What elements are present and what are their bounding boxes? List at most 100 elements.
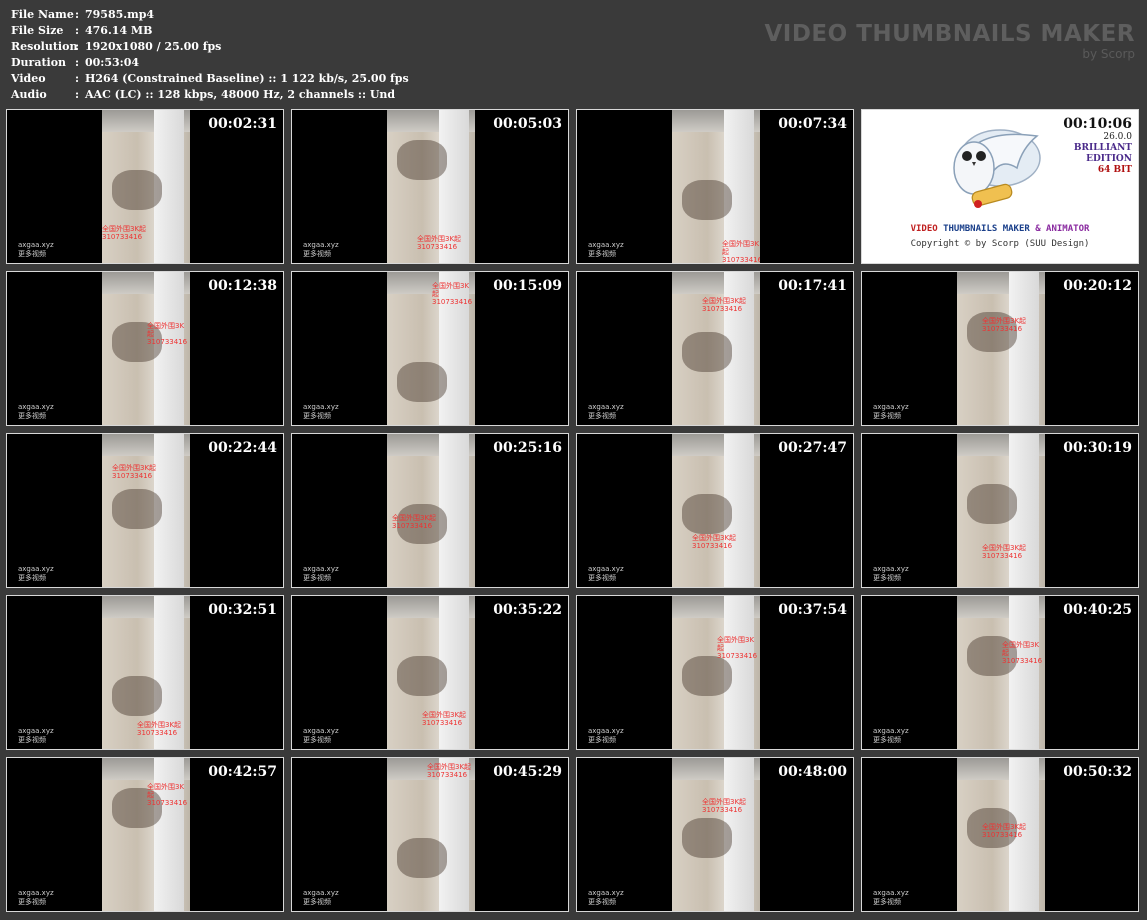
watermark-line2: 更多视频 [873,574,901,582]
video-thumbnail[interactable]: 全国外围3K起 310733416 00:17:41 axgaa.xyz 更多视频 [576,271,854,426]
video-thumbnail[interactable]: 全国外围3K起 310733416 00:30:19 axgaa.xyz 更多视频 [861,433,1139,588]
watermark-line2: 更多视频 [873,736,901,744]
info-separator: : [75,88,80,101]
thumbnail-timecode: 00:30:19 [1063,440,1132,456]
thumbnail-timecode: 00:37:54 [778,602,847,618]
watermark-line2: 更多视频 [303,412,331,420]
video-thumbnail[interactable]: 全国外围3K起 310733416 00:02:31 axgaa.xyz 更多视频 [6,109,284,264]
brand-watermark: VIDEO THUMBNAILS MAKER by Scorp [764,20,1135,60]
red-watermark-line1: 全国外围3K起 [112,464,157,472]
video-frame-image: 全国外围3K起 310733416 [672,596,760,749]
thumbnail-watermark: axgaa.xyz 更多视频 [18,727,54,745]
red-watermark-line2: 310733416 [702,305,743,313]
watermark-line1: axgaa.xyz [18,565,54,573]
thumbnail-timecode: 00:12:38 [208,278,277,294]
watermark-line2: 更多视频 [18,574,46,582]
video-thumbnail[interactable]: 全国外围3K起 310733416 00:37:54 axgaa.xyz 更多视频 [576,595,854,750]
red-watermark-line1: 全国外围3K起 [102,225,147,233]
thumbnail-watermark: axgaa.xyz 更多视频 [588,241,624,259]
red-watermark-line2: 310733416 [982,552,1023,560]
red-watermark-line1: 全国外围3K起 [722,240,760,256]
logo-bits: 64 BIT [1097,165,1132,175]
thumbnail-timecode: 00:45:29 [493,764,562,780]
frame-figure [397,656,447,696]
red-watermark-line2: 310733416 [137,729,178,737]
video-frame-image: 全国外围3K起 310733416 [957,596,1045,749]
video-frame-image: 全国外围3K起 310733416 [387,434,475,587]
video-thumbnail[interactable]: 全国外围3K起 310733416 00:45:29 axgaa.xyz 更多视频 [291,757,569,912]
info-label: File Size [11,24,64,37]
info-row-file-name: File Name: 79585.mp4 [11,7,409,23]
watermark-line2: 更多视频 [18,412,46,420]
frame-red-watermark: 全国外围3K起 310733416 [422,711,466,727]
info-row-duration: Duration:00:53:04 [11,55,409,71]
red-watermark-line2: 310733416 [982,325,1023,333]
video-thumbnail[interactable]: 全国外围3K起 310733416 00:48:00 axgaa.xyz 更多视频 [576,757,854,912]
info-value: 00:53:04 [85,56,140,69]
watermark-line2: 更多视频 [873,898,901,906]
watermark-line1: axgaa.xyz [303,241,339,249]
video-thumbnail[interactable]: 全国外围3K起 310733416 00:32:51 axgaa.xyz 更多视频 [6,595,284,750]
thumbnail-timecode: 00:10:06 [1063,116,1132,132]
red-watermark-line2: 310733416 [417,243,458,251]
logo-edition-line2: EDITION [1086,154,1132,164]
video-thumbnail[interactable]: 全国外围3K起 310733416 00:27:47 axgaa.xyz 更多视频 [576,433,854,588]
thumbnail-timecode: 00:27:47 [778,440,847,456]
video-thumbnail[interactable]: 全国外围3K起 310733416 00:20:12 axgaa.xyz 更多视频 [861,271,1139,426]
frame-red-watermark: 全国外围3K起 310733416 [982,317,1026,333]
thumbnail-timecode: 00:40:25 [1063,602,1132,618]
watermark-line2: 更多视频 [18,736,46,744]
thumbnail-watermark: axgaa.xyz 更多视频 [303,727,339,745]
red-watermark-line1: 全国外围3K起 [427,763,472,771]
video-thumbnail[interactable]: 全国外围3K起 310733416 00:50:32 axgaa.xyz 更多视频 [861,757,1139,912]
video-thumbnail[interactable]: 全国外围3K起 310733416 00:15:09 axgaa.xyz 更多视频 [291,271,569,426]
watermark-line1: axgaa.xyz [303,403,339,411]
watermark-line2: 更多视频 [18,898,46,906]
info-value: H264 (Constrained Baseline) :: 1 122 kb/… [85,72,409,85]
video-frame-image: 全国外围3K起 310733416 [672,110,760,264]
frame-red-watermark: 全国外围3K起 310733416 [147,783,190,807]
red-watermark-line2: 310733416 [722,256,760,264]
logo-title-part3: & ANIMATOR [1035,224,1090,234]
frame-red-watermark: 全国外围3K起 310733416 [102,225,146,241]
info-label: Video [11,72,46,85]
thumbnail-timecode: 00:22:44 [208,440,277,456]
red-watermark-line1: 全国外围3K起 [982,823,1027,831]
frame-red-watermark: 全国外围3K起 310733416 [717,636,760,660]
brand-subtitle: by Scorp [1082,47,1135,61]
video-thumbnail[interactable]: 全国外围3K起 310733416 00:25:16 axgaa.xyz 更多视频 [291,433,569,588]
video-thumbnail[interactable]: 全国外围3K起 310733416 00:12:38 axgaa.xyz 更多视频 [6,271,284,426]
thumbnail-watermark: axgaa.xyz 更多视频 [588,727,624,745]
video-thumbnail[interactable]: 全国外围3K起 310733416 00:40:25 axgaa.xyz 更多视频 [861,595,1139,750]
thumbnail-watermark: axgaa.xyz 更多视频 [873,565,909,583]
frame-red-watermark: 全国外围3K起 310733416 [112,464,156,480]
thumbnail-watermark: axgaa.xyz 更多视频 [303,565,339,583]
video-thumbnail[interactable]: 全国外围3K起 310733416 00:05:03 axgaa.xyz 更多视频 [291,109,569,264]
thumbnail-grid: 全国外围3K起 310733416 00:02:31 axgaa.xyz 更多视频 全国外… [6,109,1144,919]
logo-title-part1: VIDEO [910,224,938,234]
watermark-line1: axgaa.xyz [303,565,339,573]
watermark-line1: axgaa.xyz [18,241,54,249]
watermark-line1: axgaa.xyz [588,727,624,735]
video-thumbnail[interactable]: 全国外围3K起 310733416 00:42:57 axgaa.xyz 更多视频 [6,757,284,912]
info-row-video: Video: H264 (Constrained Baseline) :: 1 1… [11,71,409,87]
video-frame-image: 全国外围3K起 310733416 [957,272,1045,425]
frame-bed [1009,596,1039,749]
red-watermark-line2: 310733416 [147,799,188,807]
watermark-line1: axgaa.xyz [873,565,909,573]
thumbnail-timecode: 00:20:12 [1063,278,1132,294]
red-watermark-line1: 全国外围3K起 [137,721,182,729]
video-thumbnail[interactable]: 全国外围3K起 310733416 00:35:22 axgaa.xyz 更多视频 [291,595,569,750]
video-thumbnail[interactable]: 26.0.0 BRILLIANT EDITION 64 BIT VIDEO THUMBN… [861,109,1139,264]
info-value: AAC (LC) :: 128 kbps, 48000 Hz, 2 channe… [85,88,396,101]
red-watermark-line2: 310733416 [717,652,758,660]
info-separator: : [75,8,80,21]
video-thumbnail[interactable]: 全国外围3K起 310733416 00:07:34 axgaa.xyz 更多视频 [576,109,854,264]
video-frame-image: 全国外围3K起 310733416 [387,596,475,749]
watermark-line1: axgaa.xyz [588,565,624,573]
frame-figure [397,362,447,402]
thumbnail-timecode: 00:32:51 [208,602,277,618]
owl-logo-icon [953,129,1041,208]
video-thumbnail[interactable]: 全国外围3K起 310733416 00:22:44 axgaa.xyz 更多视频 [6,433,284,588]
watermark-line1: axgaa.xyz [873,889,909,897]
